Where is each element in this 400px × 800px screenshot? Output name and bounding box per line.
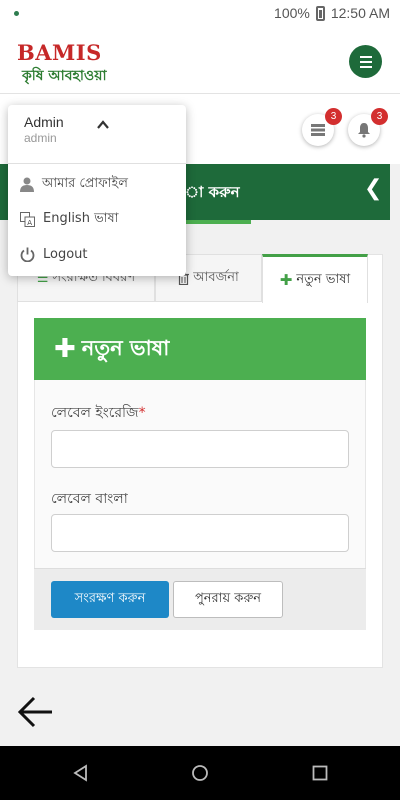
bangla-label-input[interactable] bbox=[51, 514, 349, 552]
english-label-input[interactable] bbox=[51, 430, 349, 468]
logo-subtitle: কৃষি আবহাওয়া bbox=[22, 68, 107, 84]
dropdown-divider bbox=[8, 163, 186, 164]
chevron-up-icon[interactable] bbox=[96, 118, 110, 132]
menu-item-logout[interactable]: Logout bbox=[8, 237, 186, 271]
tab-label: আবর্জনা bbox=[193, 269, 239, 285]
menu-item-profile[interactable]: আমার প্রোফাইল bbox=[8, 167, 186, 201]
messages-count-badge: 3 bbox=[325, 108, 342, 125]
page-title-underline bbox=[185, 220, 251, 224]
app-header: BAMIS কৃষি আবহাওয়া bbox=[0, 28, 400, 94]
menu-item-label: Logout bbox=[43, 246, 88, 262]
plus-icon: ✚ bbox=[279, 271, 293, 289]
server-stack-icon bbox=[311, 124, 325, 136]
nav-recents-icon[interactable] bbox=[311, 764, 329, 782]
tab-new-language[interactable]: ✚ নতুন ভাষা bbox=[262, 254, 368, 303]
translate-icon: A bbox=[20, 211, 35, 227]
menu-item-label: আমার প্রোফাইল bbox=[42, 175, 128, 191]
chevron-left-icon[interactable]: ❮ bbox=[364, 176, 382, 201]
page-title: া করুন bbox=[185, 183, 240, 201]
menu-item-language[interactable]: A English ভাষা bbox=[8, 202, 186, 236]
svg-text:A: A bbox=[27, 219, 32, 227]
form-title: নতুন ভাষা bbox=[81, 335, 170, 360]
user-name: Admin bbox=[24, 114, 64, 130]
hamburger-menu-button[interactable] bbox=[349, 45, 382, 78]
menu-item-label: English ভাষা bbox=[43, 210, 119, 226]
battery-percent: 100% bbox=[274, 5, 310, 21]
status-right: 100% 12:50 AM bbox=[274, 5, 390, 21]
nav-back-icon[interactable] bbox=[72, 764, 90, 782]
save-button[interactable]: সংরক্ষণ করুন bbox=[51, 581, 169, 618]
power-icon bbox=[20, 247, 35, 262]
user-username: admin bbox=[24, 131, 57, 145]
bell-icon bbox=[358, 123, 370, 138]
bangla-label-caption: লেবেল বাংলা bbox=[51, 491, 128, 507]
nav-home-icon[interactable] bbox=[191, 764, 209, 782]
battery-icon bbox=[315, 5, 325, 21]
form-header: ✚ নতুন ভাষা bbox=[34, 318, 366, 380]
clock: 12:50 AM bbox=[330, 5, 390, 21]
required-marker: * bbox=[138, 405, 146, 421]
arrow-left-icon[interactable] bbox=[18, 696, 54, 728]
reset-button[interactable]: পুনরায় করুন bbox=[173, 581, 283, 618]
messages-button[interactable]: 3 bbox=[302, 108, 342, 146]
logo-text: BAMIS bbox=[17, 40, 102, 65]
status-bar: 100% 12:50 AM bbox=[0, 0, 400, 28]
notification-dot-icon bbox=[14, 11, 19, 16]
alerts-count-badge: 3 bbox=[371, 108, 388, 125]
alerts-button[interactable]: 3 bbox=[348, 108, 388, 146]
plus-icon: ✚ bbox=[54, 334, 76, 364]
user-icon bbox=[20, 177, 34, 192]
hamburger-icon bbox=[359, 55, 372, 58]
english-label-caption: লেবেল ইংরেজি* bbox=[51, 405, 146, 421]
tab-label: নতুন ভাষা bbox=[296, 271, 351, 287]
